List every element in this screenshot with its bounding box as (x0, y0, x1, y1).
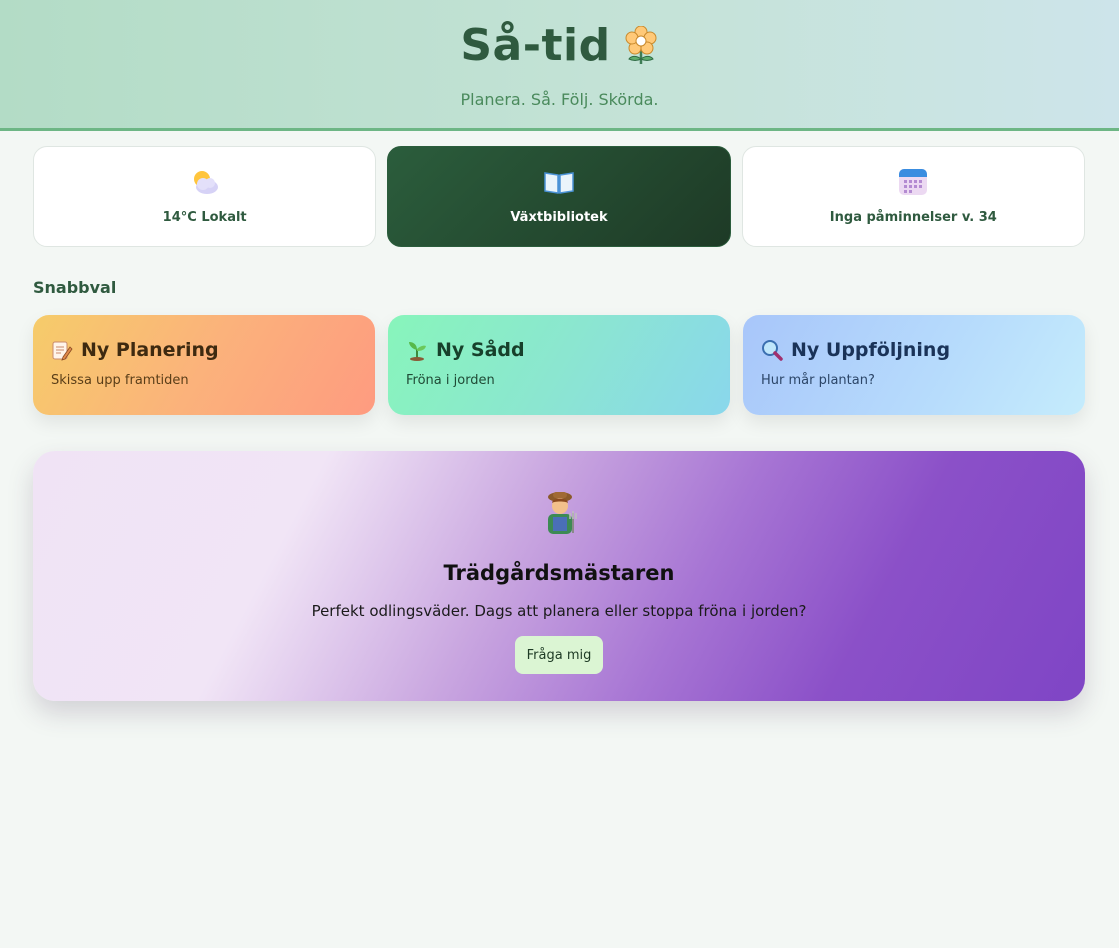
new-sowing-card[interactable]: Ny Sådd Fröna i jorden (388, 315, 730, 415)
plant-library-card[interactable]: Växtbibliotek (387, 146, 731, 247)
quick-card-header: Ny Sådd (406, 339, 712, 361)
memo-pencil-icon (52, 341, 73, 361)
new-planning-title: Ny Planering (81, 339, 219, 361)
flower-icon (625, 25, 657, 64)
calendar-icon (899, 169, 928, 195)
quick-card-header: Ny Planering (51, 339, 357, 361)
weather-cloud-sun-icon (193, 171, 218, 194)
app-title: Så-tid (460, 20, 611, 71)
reminders-label: Inga påminnelser v. 34 (829, 210, 997, 225)
app-header: Så-tid Planera. Så. Följ. Skörda. (0, 0, 1119, 131)
assistant-message: Perfekt odlingsväder. Dags att planera e… (311, 602, 807, 620)
weather-label: 14°C Lokalt (162, 210, 247, 225)
new-planning-card[interactable]: Ny Planering Skissa upp framtiden (33, 315, 375, 415)
magnifier-icon (762, 340, 783, 361)
app-title-row: Så-tid (0, 20, 1119, 71)
reminders-card[interactable]: Inga påminnelser v. 34 (741, 146, 1085, 247)
ask-me-button[interactable]: Fråga mig (515, 636, 603, 674)
gardener-icon (548, 492, 577, 534)
new-followup-subtitle: Hur mår plantan? (761, 373, 875, 388)
open-book-icon (544, 172, 574, 194)
new-sowing-title: Ny Sådd (436, 339, 525, 361)
seedling-icon (409, 342, 426, 361)
status-row: 14°C Lokalt Växtbibliotek Inga påminnels… (33, 146, 1085, 247)
quick-card-header: Ny Uppföljning (761, 339, 1067, 361)
new-planning-subtitle: Skissa upp framtiden (51, 373, 189, 388)
weather-card[interactable]: 14°C Lokalt (33, 146, 377, 247)
quick-actions-row: Ny Planering Skissa upp framtiden Ny Såd… (33, 315, 1085, 415)
assistant-title: Trädgårdsmästaren (443, 561, 675, 585)
plant-library-label: Växtbibliotek (510, 210, 608, 225)
new-followup-card[interactable]: Ny Uppföljning Hur mår plantan? (743, 315, 1085, 415)
app-subtitle: Planera. Så. Följ. Skörda. (460, 90, 659, 109)
new-followup-title: Ny Uppföljning (791, 339, 951, 361)
quick-section-title: Snabbval (33, 278, 117, 297)
new-sowing-subtitle: Fröna i jorden (406, 373, 495, 388)
assistant-panel: Trädgårdsmästaren Perfekt odlingsväder. … (33, 451, 1085, 701)
